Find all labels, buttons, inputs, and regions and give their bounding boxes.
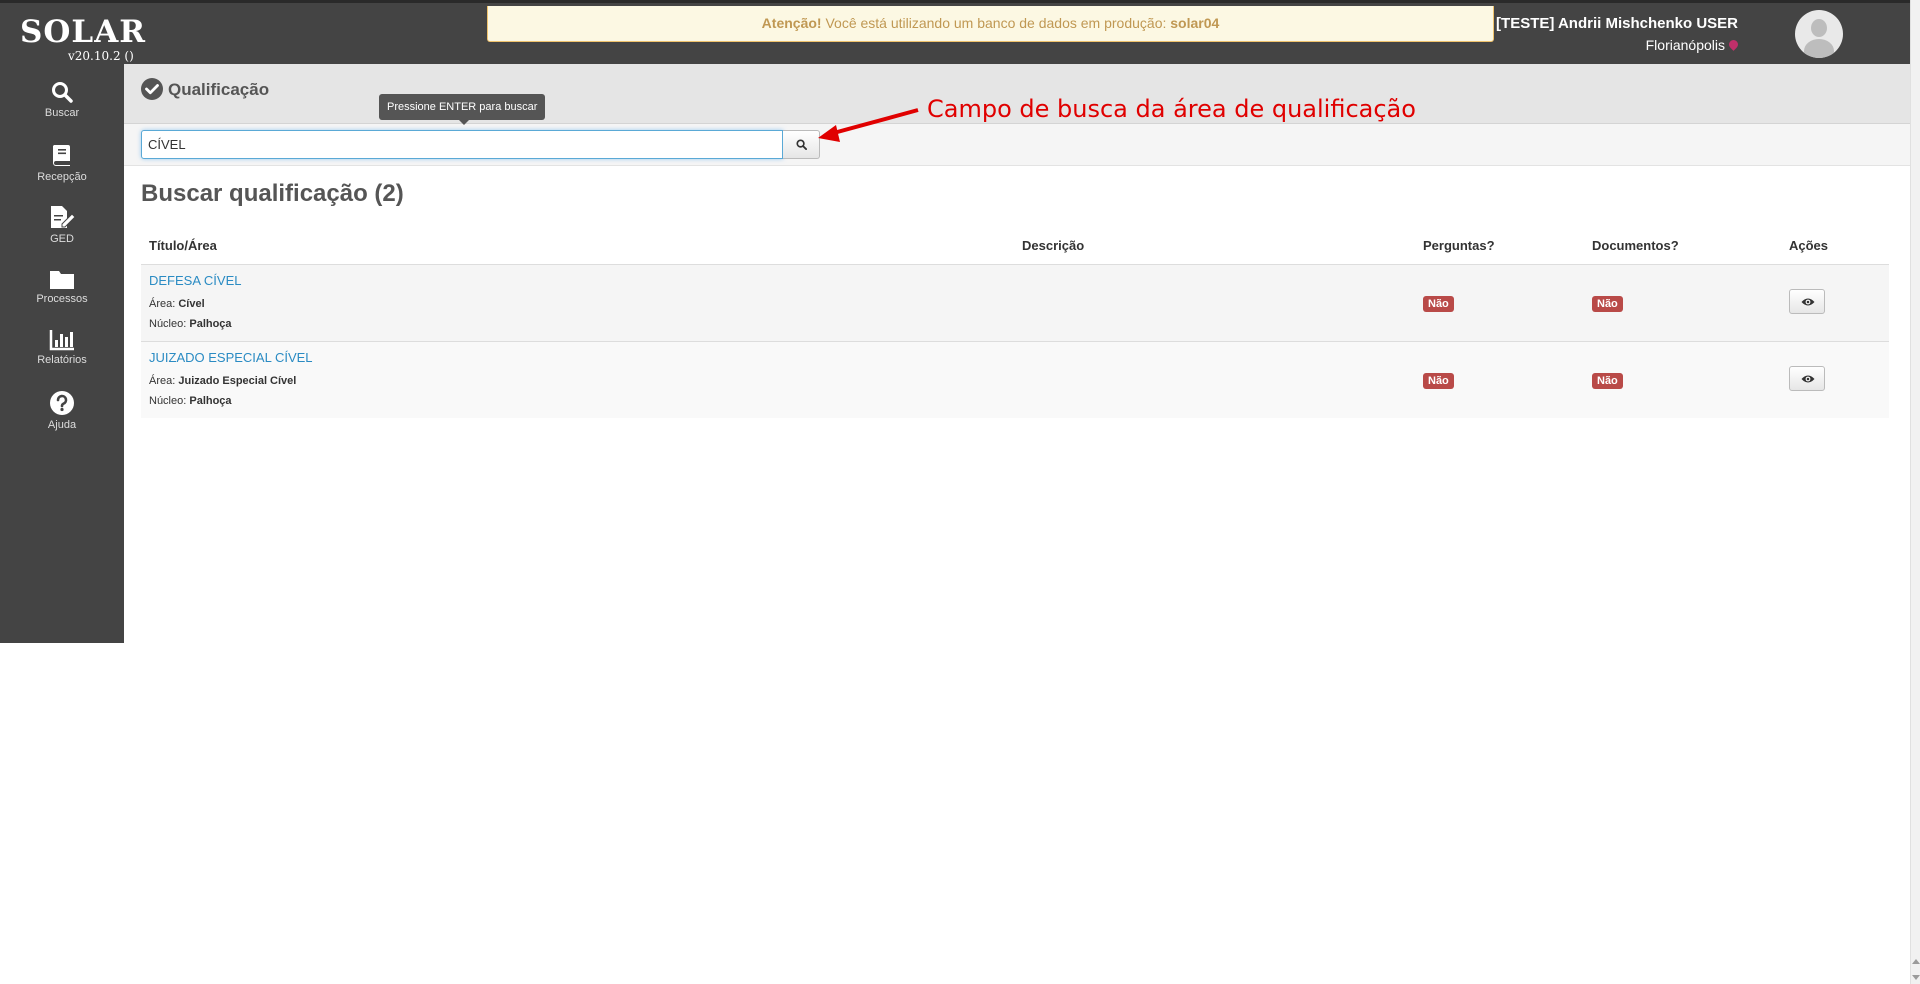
eye-icon [1801, 375, 1815, 383]
user-city: Florianópolis [1496, 34, 1740, 56]
nucleo-line: Núcleo: Palhoça [149, 391, 1006, 411]
column-header-descricao: Descrição [1014, 226, 1415, 265]
search-icon [52, 82, 73, 103]
alert-db-name: solar04 [1170, 15, 1220, 31]
check-circle-icon [141, 78, 163, 100]
table-row: JUIZADO ESPECIAL CÍVEL Área: Juizado Esp… [141, 341, 1889, 418]
scrollbar[interactable] [1910, 0, 1920, 984]
sidebar-item-label: Ajuda [47, 419, 77, 431]
sidebar-item-label: Relatórios [37, 354, 87, 366]
user-info[interactable]: [TESTE] Andrii Mishchenko USER Florianóp… [1496, 14, 1740, 56]
cell-acoes [1781, 341, 1889, 418]
nucleo-label: Núcleo: [149, 317, 187, 330]
page-title: Qualificação [141, 78, 269, 100]
area-label: Área: [149, 374, 176, 387]
cell-descricao [1014, 341, 1415, 418]
cell-titulo: JUIZADO ESPECIAL CÍVEL Área: Juizado Esp… [141, 341, 1014, 418]
scroll-down-arrow-icon[interactable] [1912, 975, 1920, 980]
area-value: Juizado Especial Cível [178, 374, 297, 387]
sidebar-item-label: Recepção [37, 171, 87, 183]
cell-acoes [1781, 264, 1889, 342]
area-line: Área: Juizado Especial Cível [149, 371, 1006, 391]
cell-perguntas: Não [1415, 264, 1584, 342]
cell-titulo: DEFESA CÍVEL Área: Cível Núcleo: Palhoça [141, 264, 1014, 342]
sidebar-item-label: Processos [36, 293, 88, 305]
sidebar-item-processos[interactable]: Processos [0, 268, 124, 305]
book-icon [53, 145, 70, 166]
sidebar-item-label: GED [50, 233, 74, 245]
eye-icon [1801, 298, 1815, 306]
search-input[interactable] [141, 130, 783, 159]
column-header-acoes: Ações [1781, 226, 1889, 265]
perguntas-badge: Não [1423, 295, 1454, 312]
cell-documentos: Não [1584, 341, 1781, 418]
brand-version: v20.10.2 () [68, 49, 134, 63]
qualificacao-title-link[interactable]: JUIZADO ESPECIAL CÍVEL [149, 350, 1006, 365]
bar-chart-icon [49, 330, 74, 351]
qualificacao-title-link[interactable]: DEFESA CÍVEL [149, 273, 1006, 288]
alert-text: Você está utilizando um banco de dados e… [825, 15, 1167, 31]
sidebar-item-buscar[interactable]: Buscar [0, 80, 124, 119]
annotation-arrow [818, 108, 919, 142]
area-label: Área: [149, 297, 176, 310]
perguntas-badge: Não [1423, 372, 1454, 389]
view-button[interactable] [1789, 289, 1825, 314]
cell-documentos: Não [1584, 264, 1781, 342]
page-title-text: Qualificação [168, 80, 270, 99]
cell-perguntas: Não [1415, 341, 1584, 418]
search-bar [124, 124, 1910, 166]
user-city-label: Florianópolis [1645, 37, 1725, 53]
nucleo-value: Palhoça [189, 394, 232, 407]
document-edit-icon [51, 206, 76, 228]
nucleo-value: Palhoça [189, 317, 232, 330]
help-icon [50, 391, 74, 415]
documentos-badge: Não [1592, 372, 1623, 389]
production-db-alert: Atenção! Você está utilizando um banco d… [487, 6, 1494, 42]
sidebar-item-label: Buscar [44, 107, 80, 119]
user-avatar-icon[interactable] [1795, 10, 1843, 58]
search-tooltip: Pressione ENTER para buscar [379, 94, 546, 125]
user-name: [TESTE] Andrii Mishchenko USER [1496, 15, 1738, 32]
documentos-badge: Não [1592, 295, 1623, 312]
folder-icon [50, 271, 74, 289]
alert-strong: Atenção! [761, 15, 822, 31]
brand-name: SOLAR [20, 14, 147, 50]
results-title: Buscar qualificação (2) [141, 180, 404, 207]
nucleo-label: Núcleo: [149, 394, 187, 407]
brand-logo[interactable]: SOLAR v20.10.2 () [20, 14, 147, 63]
sidebar-item-ged[interactable]: GED [0, 204, 124, 245]
table-header-row: Título/Área Descrição Perguntas? Documen… [141, 226, 1889, 265]
nucleo-line: Núcleo: Palhoça [149, 314, 1006, 334]
column-header-perguntas: Perguntas? [1415, 226, 1584, 265]
column-header-titulo: Título/Área [141, 226, 1014, 265]
sidebar: Buscar Recepção GED Processos Relatórios… [0, 64, 124, 643]
annotation-text: Campo de busca da área de qualificação [927, 95, 1416, 123]
cell-descricao [1014, 264, 1415, 342]
column-header-documentos: Documentos? [1584, 226, 1781, 265]
view-button[interactable] [1789, 366, 1825, 391]
area-line: Área: Cível [149, 294, 1006, 314]
area-value: Cível [178, 297, 205, 310]
search-icon [796, 139, 807, 150]
sidebar-item-ajuda[interactable]: Ajuda [0, 390, 124, 431]
sidebar-item-recepcao[interactable]: Recepção [0, 142, 124, 183]
sidebar-item-relatorios[interactable]: Relatórios [0, 329, 124, 366]
map-pin-icon [1727, 38, 1740, 51]
table-row: DEFESA CÍVEL Área: Cível Núcleo: Palhoça… [141, 264, 1889, 342]
results-table: Título/Área Descrição Perguntas? Documen… [141, 226, 1889, 418]
scroll-up-arrow-icon[interactable] [1912, 959, 1920, 964]
top-header: SOLAR v20.10.2 () Atenção! Você está uti… [0, 0, 1910, 64]
